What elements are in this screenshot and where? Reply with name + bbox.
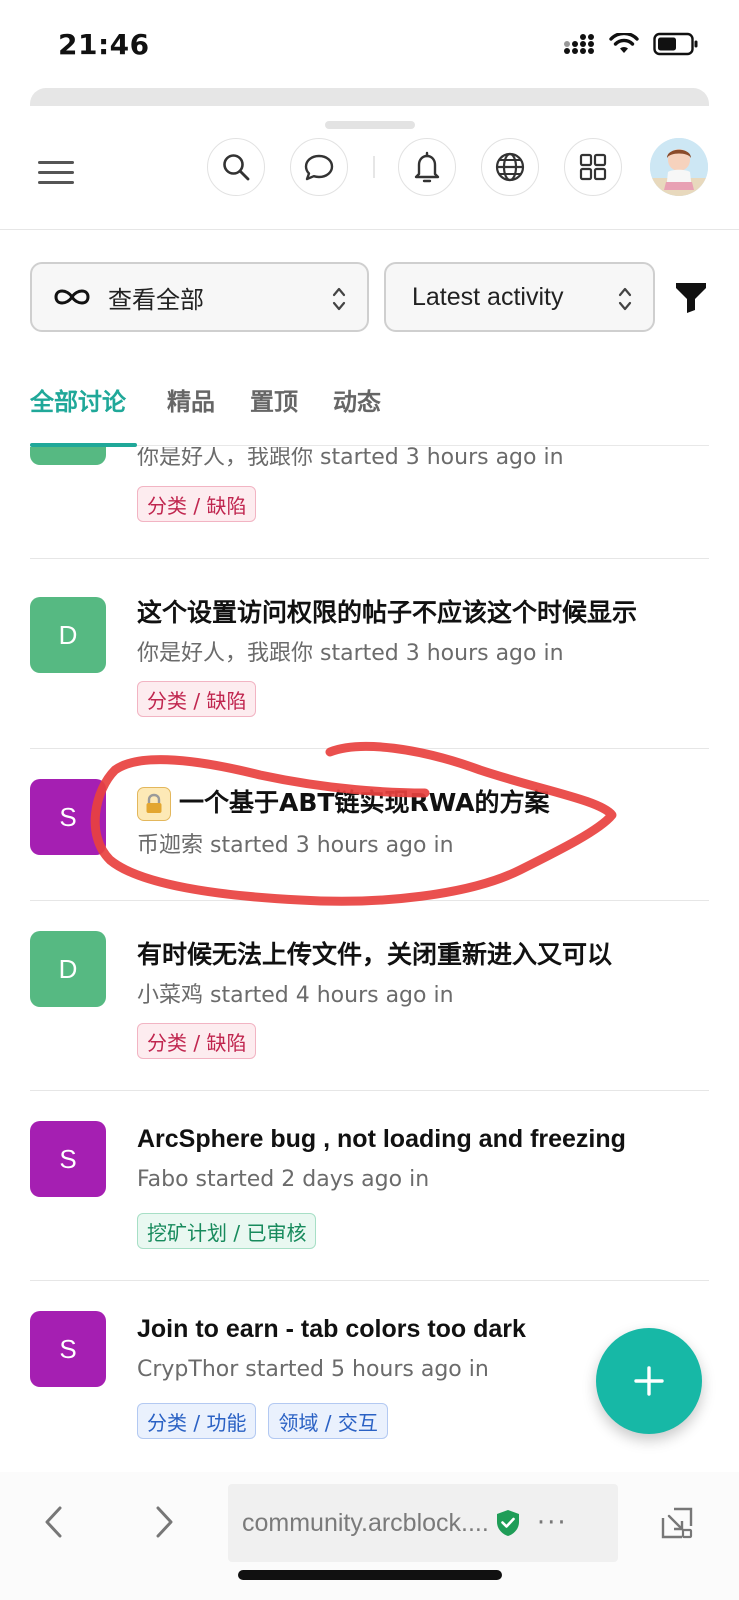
category-tag[interactable]: 分类 / 缺陷	[137, 681, 257, 717]
discussion-title-row[interactable]: 一个基于ABT链实现RWA的方案	[137, 783, 697, 821]
status-icons	[563, 32, 699, 56]
lock-icon	[137, 787, 171, 821]
chat-icon	[304, 154, 334, 181]
menu-icon[interactable]	[38, 152, 78, 192]
search-icon	[223, 154, 250, 181]
apps-icon	[579, 153, 607, 181]
tab-all-discussions[interactable]: 全部讨论	[30, 382, 126, 417]
tab-pinned[interactable]: 置顶	[250, 382, 298, 417]
discussion-meta: 你是好人，我跟你 started 3 hours ago in	[137, 641, 564, 666]
discussion-item[interactable]: S ArcSphere bug , not loading and freezi…	[30, 1091, 709, 1281]
user-avatar[interactable]	[650, 138, 708, 196]
discussion-item[interactable]: S 一个基于ABT链实现RWA的方案 币迦索 started 3 hours a…	[30, 749, 709, 901]
battery-icon	[653, 32, 698, 56]
category-tag[interactable]: 分类 / 缺陷	[137, 486, 257, 522]
author-avatar: D	[30, 447, 106, 465]
author-avatar: D	[30, 597, 106, 673]
category-filter-label: 查看全部	[108, 285, 204, 314]
chat-button[interactable]	[290, 138, 348, 196]
discussion-item[interactable]: D 你是好人，我跟你 started 3 hours ago in 分类 / 缺…	[30, 447, 709, 559]
discussion-list: D 你是好人，我跟你 started 3 hours ago in 分类 / 缺…	[0, 447, 739, 1472]
author-avatar: S	[30, 1311, 106, 1387]
notifications-button[interactable]	[398, 138, 456, 196]
sort-label: Latest activity	[412, 282, 564, 311]
discussion-meta: CrypThor started 5 hours ago in	[137, 1357, 489, 1382]
browser-bottom-bar: community.arcblock.... ···	[0, 1472, 739, 1600]
url-text: community.arcblock....	[242, 1508, 489, 1537]
sheet-top-edge	[30, 88, 709, 106]
infinity-icon	[54, 289, 90, 305]
more-options-icon[interactable]: ···	[537, 1508, 568, 1538]
home-indicator[interactable]	[238, 1570, 502, 1580]
language-button[interactable]	[481, 138, 539, 196]
address-bar[interactable]: community.arcblock.... ···	[228, 1484, 618, 1562]
apps-button[interactable]	[564, 138, 622, 196]
category-tag[interactable]: 挖矿计划 / 已审核	[137, 1213, 317, 1249]
up-down-chevron-icon	[618, 287, 632, 311]
back-chevron-icon[interactable]	[40, 1504, 68, 1540]
discussion-meta: 小菜鸡 started 4 hours ago in	[137, 983, 454, 1008]
discussion-item[interactable]: D 有时候无法上传文件，关闭重新进入又可以 小菜鸡 started 4 hour…	[30, 901, 709, 1091]
secure-shield-icon	[496, 1510, 519, 1536]
wifi-icon	[609, 33, 639, 53]
app-header	[0, 130, 739, 230]
discussion-title[interactable]: Join to earn - tab colors too dark	[137, 1315, 697, 1344]
category-tag[interactable]: 分类 / 功能	[137, 1403, 257, 1439]
sheet-grabber[interactable]	[325, 121, 415, 129]
header-divider	[373, 156, 375, 178]
tab-activity[interactable]: 动态	[333, 382, 381, 417]
category-tag[interactable]: 分类 / 缺陷	[137, 1023, 257, 1059]
forward-chevron-icon[interactable]	[150, 1504, 178, 1540]
category-filter-select[interactable]: 查看全部	[30, 262, 369, 332]
discussion-meta: Fabo started 2 days ago in	[137, 1167, 430, 1192]
status-time: 21:46	[58, 28, 150, 61]
author-avatar: D	[30, 931, 106, 1007]
status-bar: 21:46	[0, 0, 739, 88]
search-button[interactable]	[207, 138, 265, 196]
globe-icon	[495, 152, 525, 182]
tab-featured[interactable]: 精品	[167, 382, 215, 417]
discussion-meta: 你是好人，我跟你 started 3 hours ago in	[137, 447, 564, 470]
discussion-title[interactable]: 有时候无法上传文件，关闭重新进入又可以	[137, 935, 697, 971]
cellular-signal-icon	[564, 34, 594, 54]
discussion-title[interactable]: 这个设置访问权限的帖子不应该这个时候显示	[137, 593, 697, 629]
author-avatar: S	[30, 779, 106, 855]
discussion-meta: 币迦索 started 3 hours ago in	[137, 833, 454, 858]
discussion-tabs: 全部讨论 精品 置顶 动态	[30, 370, 709, 447]
filter-funnel-icon[interactable]	[674, 280, 708, 314]
discussion-title[interactable]: ArcSphere bug , not loading and freezing	[137, 1125, 697, 1154]
bell-icon	[414, 151, 440, 183]
new-discussion-button[interactable]	[596, 1328, 702, 1434]
picture-in-picture-icon[interactable]	[660, 1506, 694, 1540]
discussion-item[interactable]: D 这个设置访问权限的帖子不应该这个时候显示 你是好人，我跟你 started …	[30, 559, 709, 749]
author-avatar: S	[30, 1121, 106, 1197]
discussion-title: 一个基于ABT链实现RWA的方案	[179, 788, 550, 817]
sort-select[interactable]: Latest activity	[384, 262, 655, 332]
category-tag[interactable]: 领域 / 交互	[268, 1403, 388, 1439]
up-down-chevron-icon	[332, 287, 346, 311]
plus-icon	[634, 1366, 664, 1396]
